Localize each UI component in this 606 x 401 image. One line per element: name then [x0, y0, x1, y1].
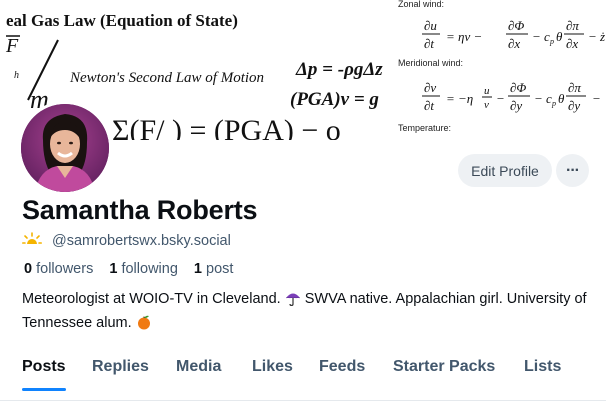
svg-text:p: p	[549, 37, 554, 46]
banner-meridional-label: Meridional wind:	[398, 58, 463, 68]
svg-text:−: −	[496, 91, 505, 106]
banner-zonal-label: Zonal wind:	[398, 0, 444, 9]
following-stat[interactable]: 1 following	[109, 261, 184, 277]
svg-text:∂v: ∂v	[424, 80, 436, 95]
tab-feeds[interactable]: Feeds	[319, 358, 365, 376]
banner-pga-formula: (PGA)v = g	[290, 89, 379, 110]
edit-profile-button[interactable]: Edit Profile	[458, 154, 552, 187]
tab-starter-packs[interactable]: Starter Packs	[393, 358, 495, 376]
svg-text:− c: − c	[534, 91, 552, 106]
svg-text:u: u	[484, 85, 490, 97]
svg-text:−: −	[592, 91, 601, 106]
followers-stat[interactable]: 0 followers	[24, 261, 99, 277]
banner-dp-formula: Δp = -ρgΔz	[295, 59, 383, 80]
bio-text-part2: SWVA native. Appalachian girl.	[304, 291, 503, 307]
banner-force-formula: Σ(F/ ) = (PGA) − o	[112, 114, 341, 140]
profile-bio: Meteorologist at WOIO-TV in Cleveland. S…	[22, 289, 592, 336]
handle-row: @samrobertswx.bsky.social	[22, 231, 231, 251]
svg-text:∂y: ∂y	[568, 98, 580, 113]
tab-replies[interactable]: Replies	[92, 358, 149, 376]
svg-text:− c: − c	[532, 29, 550, 44]
posts-label: post	[206, 261, 234, 277]
tab-media[interactable]: Media	[176, 358, 221, 376]
svg-text:∂x: ∂x	[566, 36, 578, 51]
svg-text:− ż: − ż	[588, 29, 605, 44]
followers-label: followers	[36, 261, 94, 277]
edit-profile-label: Edit Profile	[471, 162, 539, 179]
bio-text-part1: Meteorologist at WOIO-TV in Cleveland.	[22, 291, 281, 307]
sun-icon	[22, 231, 43, 251]
svg-text:∂π: ∂π	[566, 18, 579, 33]
profile-stats: 0 followers 1 following 1 post	[24, 261, 245, 277]
ellipsis-icon: ···	[566, 161, 580, 179]
svg-text:= −η: = −η	[446, 91, 473, 106]
display-name: Samantha Roberts	[22, 195, 258, 225]
orange-emoji-icon	[136, 314, 152, 337]
followers-count: 0	[24, 261, 33, 277]
tab-posts[interactable]: Posts	[22, 358, 66, 376]
profile-tabs: Posts Replies Media Likes Feeds Starter …	[0, 350, 606, 401]
svg-text:θ: θ	[556, 29, 563, 44]
svg-text:∂x: ∂x	[508, 36, 520, 51]
more-options-button[interactable]: ···	[556, 154, 589, 187]
svg-text:∂Φ: ∂Φ	[510, 80, 526, 95]
active-tab-indicator	[22, 388, 66, 391]
svg-text:F: F	[5, 35, 19, 57]
svg-text:∂u: ∂u	[424, 18, 437, 33]
following-count: 1	[109, 261, 118, 277]
posts-stat: 1 post	[194, 261, 240, 277]
avatar-photo	[21, 104, 109, 192]
tab-lists[interactable]: Lists	[524, 358, 561, 376]
svg-text:p: p	[551, 99, 556, 108]
svg-text:∂t: ∂t	[424, 36, 434, 51]
tab-likes[interactable]: Likes	[252, 358, 293, 376]
svg-text:h: h	[14, 70, 19, 81]
svg-text:∂π: ∂π	[568, 80, 581, 95]
svg-text:∂y: ∂y	[510, 98, 522, 113]
svg-text:= ηv −: = ηv −	[446, 29, 482, 44]
posts-count: 1	[193, 261, 202, 277]
svg-text:v: v	[484, 99, 489, 111]
following-label: following	[121, 261, 178, 277]
avatar[interactable]	[18, 101, 112, 195]
svg-text:∂Φ: ∂Φ	[508, 18, 524, 33]
banner-newton-text: Newton's Second Law of Motion	[69, 70, 264, 86]
user-handle[interactable]: @samrobertswx.bsky.social	[52, 233, 231, 249]
svg-text:θ: θ	[558, 91, 565, 106]
umbrella-emoji-icon	[285, 290, 301, 313]
banner-gas-law-text: eal Gas Law (Equation of State)	[6, 11, 238, 30]
banner-temperature-label: Temperature:	[398, 123, 451, 133]
svg-text:∂t: ∂t	[424, 98, 434, 113]
